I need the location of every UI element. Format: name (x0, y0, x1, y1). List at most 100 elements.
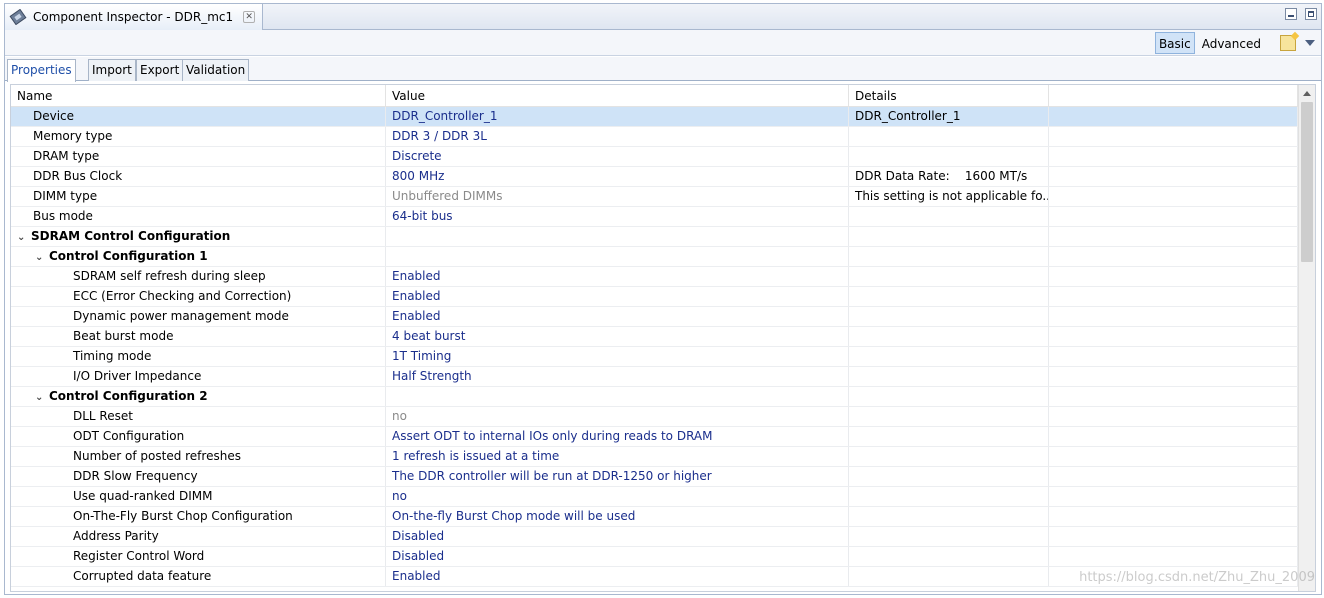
table-row[interactable]: Bus mode 64-bit bus (11, 207, 1298, 227)
close-icon[interactable]: ✕ (243, 11, 256, 23)
row-name: ECC (Error Checking and Correction) (11, 287, 386, 306)
table-row[interactable]: On-The-Fly Burst Chop Configuration On-t… (11, 507, 1298, 527)
row-value[interactable]: On-the-fly Burst Chop mode will be used (386, 507, 849, 526)
row-extra (1049, 327, 1298, 346)
row-extra (1049, 287, 1298, 306)
row-value[interactable]: Disabled (386, 547, 849, 566)
row-name: Bus mode (11, 207, 386, 226)
column-header-details[interactable]: Details (849, 85, 1049, 107)
advanced-button[interactable]: Advanced (1198, 32, 1265, 54)
chevron-down-icon[interactable]: ⌄ (35, 248, 49, 266)
row-extra (1049, 467, 1298, 486)
column-header-empty (1049, 85, 1298, 107)
row-value[interactable]: 64-bit bus (386, 207, 849, 226)
row-name: Memory type (11, 127, 386, 146)
scroll-thumb[interactable] (1301, 102, 1313, 262)
table-row[interactable]: Beat burst mode 4 beat burst (11, 327, 1298, 347)
vertical-scrollbar[interactable] (1298, 85, 1315, 591)
row-name: Timing mode (11, 347, 386, 366)
row-extra (1049, 547, 1298, 566)
row-details (849, 487, 1049, 506)
table-row[interactable]: DLL Reset no (11, 407, 1298, 427)
table-row[interactable]: Use quad-ranked DIMM no (11, 487, 1298, 507)
row-value[interactable]: 1T Timing (386, 347, 849, 366)
row-value[interactable]: Enabled (386, 267, 849, 286)
row-value[interactable]: DDR 3 / DDR 3L (386, 127, 849, 146)
row-value[interactable]: Enabled (386, 287, 849, 306)
basic-button[interactable]: Basic (1154, 32, 1195, 54)
row-value: no (386, 407, 849, 426)
column-header-value[interactable]: Value (386, 85, 849, 107)
component-inspector-view: Component Inspector - DDR_mc1 ✕ Basic Ad… (4, 3, 1322, 595)
row-name: Register Control Word (11, 547, 386, 566)
table-row[interactable]: DDR Slow Frequency The DDR controller wi… (11, 467, 1298, 487)
group-row-control-config-2[interactable]: ⌄ Control Configuration 2 (11, 387, 1298, 407)
table-row[interactable]: Dynamic power management mode Enabled (11, 307, 1298, 327)
row-extra (1049, 187, 1298, 206)
minimize-icon[interactable] (1285, 8, 1297, 20)
column-header-name[interactable]: Name (11, 85, 386, 107)
row-name: Use quad-ranked DIMM (11, 487, 386, 506)
table-row[interactable]: Address Parity Disabled (11, 527, 1298, 547)
row-value[interactable]: 800 MHz (386, 167, 849, 186)
table-row[interactable]: Device DDR_Controller_1 DDR_Controller_1 (11, 107, 1298, 127)
row-value[interactable]: 1 refresh is issued at a time (386, 447, 849, 466)
tab-export[interactable]: Export (136, 59, 184, 81)
view-tab-bar: Component Inspector - DDR_mc1 ✕ (5, 4, 1321, 30)
row-details: DDR_Controller_1 (849, 107, 1049, 126)
view-tab-component-inspector[interactable]: Component Inspector - DDR_mc1 ✕ (5, 4, 263, 30)
row-name: Device (11, 107, 386, 126)
row-value[interactable]: Half Strength (386, 367, 849, 386)
row-extra (1049, 407, 1298, 426)
row-value[interactable]: no (386, 487, 849, 506)
group-row-sdram-control[interactable]: ⌄ SDRAM Control Configuration (11, 227, 1298, 247)
row-extra (1049, 247, 1298, 266)
row-details (849, 247, 1049, 266)
group-row-control-config-1[interactable]: ⌄ Control Configuration 1 (11, 247, 1298, 267)
table-row[interactable]: Register Control Word Disabled (11, 547, 1298, 567)
table-row[interactable]: DIMM type Unbuffered DIMMs This setting … (11, 187, 1298, 207)
tab-properties[interactable]: Properties (7, 59, 76, 82)
table-row[interactable]: Timing mode 1T Timing (11, 347, 1298, 367)
row-value[interactable]: 4 beat burst (386, 327, 849, 346)
row-name: I/O Driver Impedance (11, 367, 386, 386)
row-value[interactable]: Assert ODT to internal IOs only during r… (386, 427, 849, 446)
row-value[interactable]: DDR_Controller_1 (386, 107, 849, 126)
row-extra (1049, 167, 1298, 186)
row-name: DRAM type (11, 147, 386, 166)
row-name: DDR Slow Frequency (11, 467, 386, 486)
table-body: Device DDR_Controller_1 DDR_Controller_1… (11, 107, 1298, 587)
row-name: DIMM type (11, 187, 386, 206)
tab-import[interactable]: Import (88, 59, 136, 81)
table-row[interactable]: DDR Bus Clock 800 MHz DDR Data Rate: 160… (11, 167, 1298, 187)
row-extra (1049, 527, 1298, 546)
table-row[interactable]: ECC (Error Checking and Correction) Enab… (11, 287, 1298, 307)
table-row[interactable]: SDRAM self refresh during sleep Enabled (11, 267, 1298, 287)
row-value[interactable]: Discrete (386, 147, 849, 166)
view-menu-icon[interactable] (1303, 36, 1317, 50)
row-value[interactable]: Disabled (386, 527, 849, 546)
table-row[interactable]: Number of posted refreshes 1 refresh is … (11, 447, 1298, 467)
chevron-down-icon[interactable]: ⌄ (35, 388, 49, 406)
row-name: DLL Reset (11, 407, 386, 426)
maximize-icon[interactable] (1305, 8, 1317, 20)
table-row[interactable]: Memory type DDR 3 / DDR 3L (11, 127, 1298, 147)
row-extra (1049, 127, 1298, 146)
row-details (849, 227, 1049, 246)
table-row[interactable]: I/O Driver Impedance Half Strength (11, 367, 1298, 387)
table-row[interactable]: ODT Configuration Assert ODT to internal… (11, 427, 1298, 447)
chevron-down-icon[interactable]: ⌄ (17, 228, 31, 246)
row-details (849, 147, 1049, 166)
tab-validation[interactable]: Validation (182, 59, 250, 81)
table-row[interactable]: DRAM type Discrete (11, 147, 1298, 167)
row-extra (1049, 507, 1298, 526)
row-name: On-The-Fly Burst Chop Configuration (11, 507, 386, 526)
row-extra (1049, 227, 1298, 246)
row-value[interactable]: Enabled (386, 307, 849, 326)
row-details (849, 407, 1049, 426)
row-value[interactable]: The DDR controller will be run at DDR-12… (386, 467, 849, 486)
row-name: DDR Bus Clock (11, 167, 386, 186)
new-note-icon[interactable] (1280, 35, 1296, 51)
scroll-up-icon[interactable] (1299, 85, 1315, 102)
row-value[interactable]: Enabled (386, 567, 849, 586)
